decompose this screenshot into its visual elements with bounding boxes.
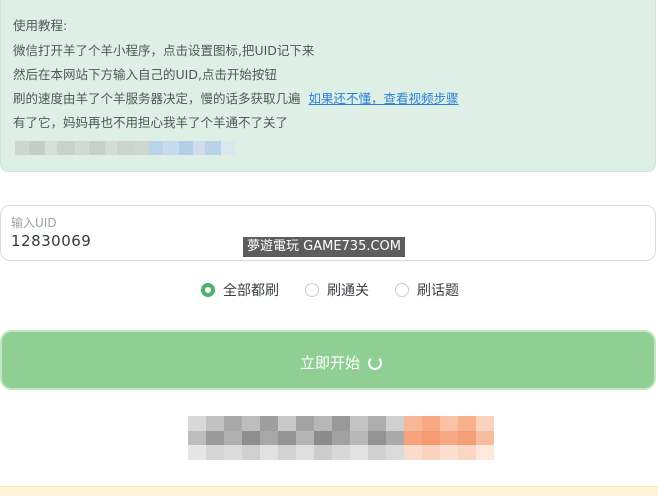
tutorial-step-1: 微信打开羊了个羊小程序，点击设置图标,把UID记下来: [13, 43, 315, 58]
tutorial-step-2: 然后在本网站下方输入自己的UID,点击开始按钮: [13, 67, 277, 82]
tutorial-panel: 使用教程: 微信打开羊了个羊小程序，点击设置图标,把UID记下来 然后在本网站下…: [0, 0, 656, 172]
start-button[interactable]: 立即开始: [0, 330, 656, 390]
radio-all[interactable]: 全部都刷: [201, 279, 279, 301]
loading-spinner-icon: [368, 356, 382, 370]
tutorial-step-3: 刷的速度由羊了个羊服务器决定，慢的话多获取几遍 如果还不懂，查看视频步骤: [13, 91, 459, 107]
radio-checked-icon: [201, 283, 215, 297]
uid-input-label: 输入UID: [11, 216, 57, 230]
tutorial-step-4: 有了它，妈妈再也不用担心我羊了个羊通不了关了: [13, 115, 289, 130]
start-button-label: 立即开始: [300, 354, 361, 372]
radio-unchecked-icon: [305, 283, 319, 297]
watermark: 夢遊電玩 GAME735.COM: [243, 237, 406, 257]
radio-topic[interactable]: 刷话题: [395, 279, 459, 301]
tutorial-step-3-text: 刷的速度由羊了个羊服务器决定，慢的话多获取几遍: [13, 91, 301, 106]
radio-topic-label: 刷话题: [417, 283, 459, 299]
radio-clear-level[interactable]: 刷通关: [305, 279, 369, 301]
radio-clear-level-label: 刷通关: [327, 283, 369, 299]
radio-unchecked-icon: [395, 283, 409, 297]
blurred-contact-info: [15, 141, 235, 155]
blurred-ad-banner[interactable]: [188, 416, 494, 460]
notice-strip: [0, 486, 658, 496]
tutorial-heading: 使用教程:: [13, 18, 68, 33]
uid-input-value[interactable]: 12830069: [11, 232, 91, 250]
video-tutorial-link[interactable]: 如果还不懂，查看视频步骤: [309, 91, 459, 106]
page: 使用教程: 微信打开羊了个羊小程序，点击设置图标,把UID记下来 然后在本网站下…: [0, 0, 658, 496]
mode-radio-group: 全部都刷 刷通关 刷话题: [0, 279, 658, 301]
radio-all-label: 全部都刷: [223, 283, 279, 299]
